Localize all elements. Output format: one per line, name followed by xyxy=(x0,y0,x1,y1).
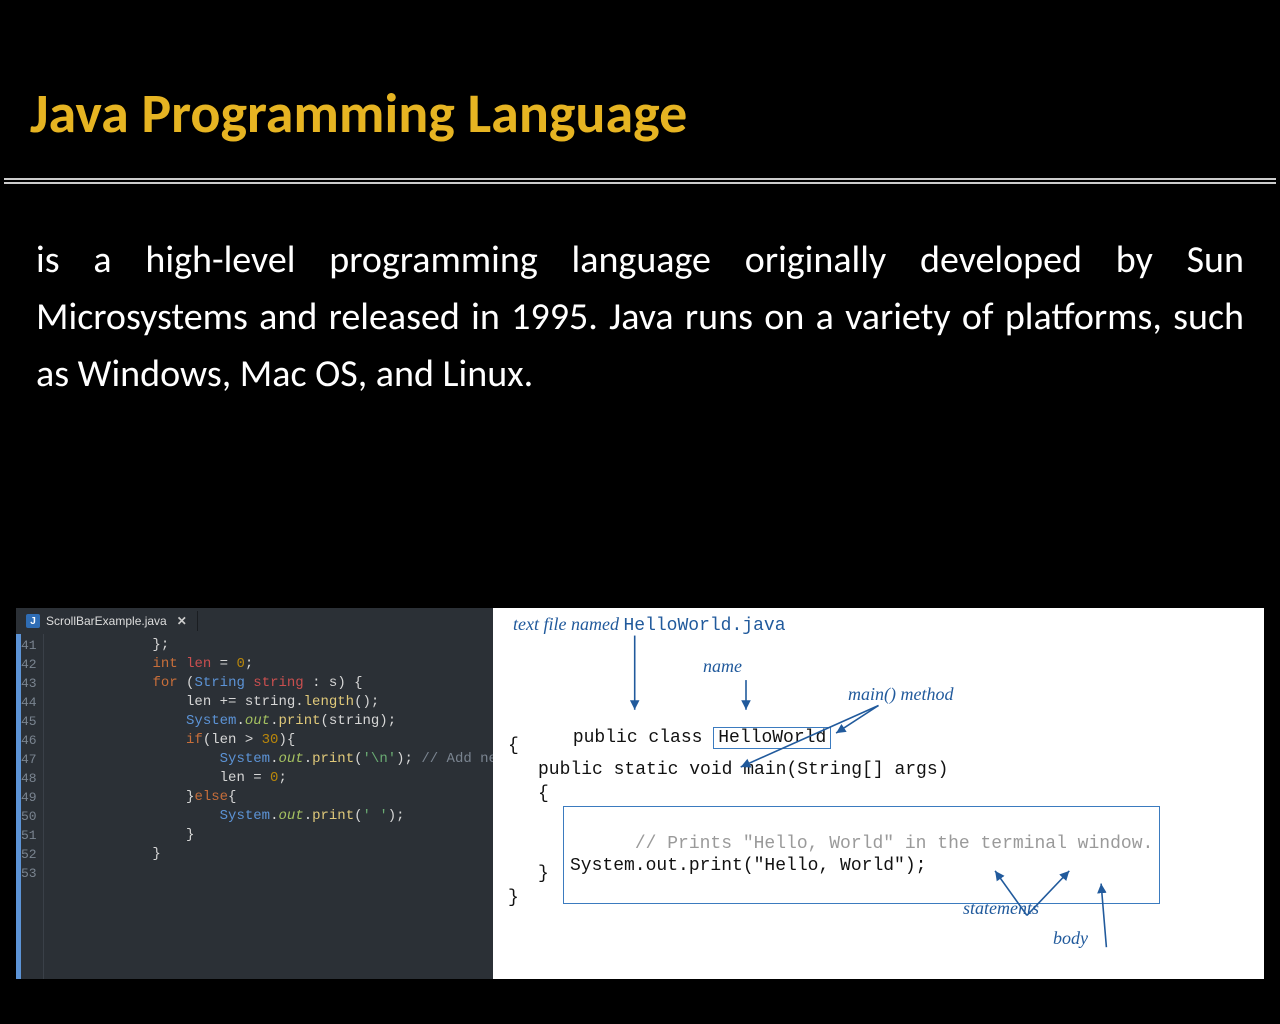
diagram-code-class-decl: public class HelloWorld xyxy=(508,708,831,768)
horizontal-divider xyxy=(4,178,1276,184)
diagram-brace-close-outer: } xyxy=(508,888,519,908)
diagram-arrows xyxy=(493,608,1264,979)
diagram-code-main-decl: public static void main(String[] args) xyxy=(538,760,948,780)
diagram-brace-open-outer: { xyxy=(508,736,519,756)
editor-tab-filename: ScrollBarExample.java xyxy=(46,614,167,628)
figures-row: J ScrollBarExample.java ✕ 41 42 43 44 45… xyxy=(16,608,1264,979)
body-area: is a high-level programming language ori… xyxy=(8,192,1272,552)
slide-title: Java Programming Language xyxy=(0,0,1280,178)
label-file: text file named HelloWorld.java xyxy=(513,614,786,636)
code-content: }; int len = 0; for (String string : s) … xyxy=(44,634,493,979)
label-name: name xyxy=(703,656,742,677)
editor-tab-bar: J ScrollBarExample.java ✕ xyxy=(16,608,493,634)
label-main: main() method xyxy=(848,684,953,705)
body-paragraph: is a high-level programming language ori… xyxy=(36,232,1244,403)
diagram-brace-close-inner: } xyxy=(538,864,549,884)
close-icon[interactable]: ✕ xyxy=(177,614,187,628)
hello-world-diagram: text file named HelloWorld.java name mai… xyxy=(493,608,1264,979)
editor-tab[interactable]: J ScrollBarExample.java ✕ xyxy=(16,611,198,631)
code-editor-screenshot: J ScrollBarExample.java ✕ 41 42 43 44 45… xyxy=(16,608,493,979)
label-body: body xyxy=(1053,928,1088,949)
line-number-gutter: 41 42 43 44 45 46 47 48 49 50 51 52 53 xyxy=(16,634,44,979)
java-file-icon: J xyxy=(26,614,40,628)
diagram-statements-box: // Prints "Hello, World" in the terminal… xyxy=(563,806,1160,904)
diagram-brace-open-inner: { xyxy=(538,784,549,804)
